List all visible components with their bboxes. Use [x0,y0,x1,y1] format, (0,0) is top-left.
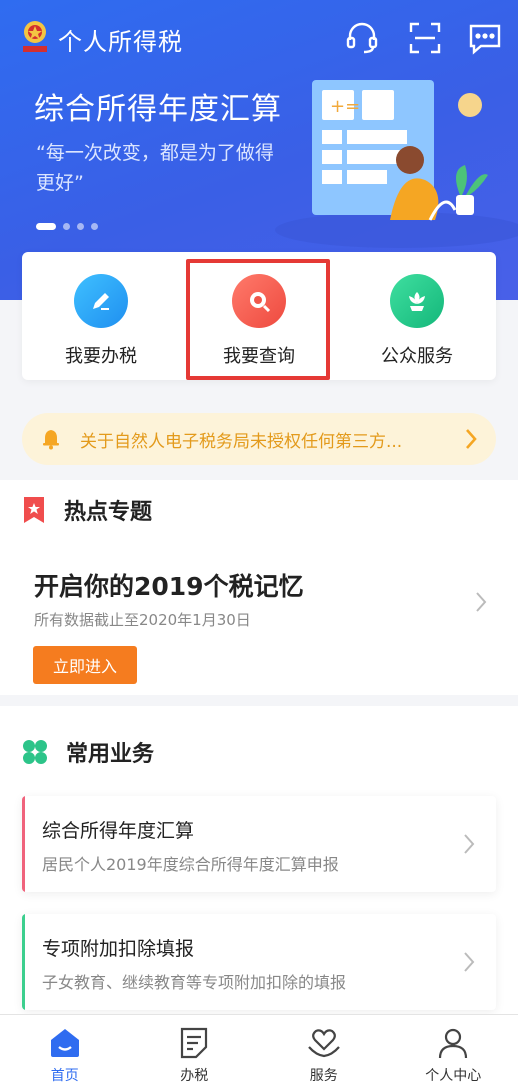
message-icon[interactable] [467,20,503,56]
document-icon [181,1027,208,1059]
nav-label: 个人中心 [425,1068,482,1084]
chevron-right-icon [466,429,477,449]
app-title: 个人所得税 [58,28,183,56]
business-title: 综合所得年度汇算 [42,820,195,842]
customer-service-icon[interactable] [344,20,380,56]
nav-home[interactable]: 首页 [0,1015,130,1088]
business-card-special-deduction[interactable]: 专项附加扣除填报 子女教育、继续教育等专项附加扣除的填报 [22,914,496,1010]
search-icon [232,274,286,328]
quick-action-query[interactable]: 我要查询 [180,252,338,380]
common-business-header: 常用业务 [22,736,154,768]
carousel-dot [63,223,70,230]
banner-subtitle: “每一次改变，都是为了做得更好” [36,142,274,194]
business-card-annual-settlement[interactable]: 综合所得年度汇算 居民个人2019年度综合所得年度汇算申报 [22,796,496,892]
hot-topic-title[interactable]: 开启你的2019个税记忆 [34,567,304,603]
tax-emblem-icon [23,21,47,52]
bell-icon [43,430,59,450]
hot-topic-subtitle: 所有数据截止至2020年1月30日 [34,611,251,629]
chevron-right-icon[interactable] [474,590,488,614]
nav-label: 办税 [180,1068,209,1084]
chevron-right-icon [464,834,475,854]
bookmark-icon [24,497,44,523]
nav-service[interactable]: 服务 [259,1015,389,1088]
pencil-icon [74,274,128,328]
quick-action-label: 公众服务 [381,346,453,367]
carousel-dot [77,223,84,230]
carousel-dot [36,223,56,230]
section-title: 热点专题 [64,500,153,525]
flower-icon [390,274,444,328]
enter-now-button[interactable]: 立即进入 [33,646,137,684]
business-title: 专项附加扣除填报 [42,938,195,960]
chevron-right-icon [464,952,475,972]
carousel-indicator [36,223,98,230]
banner-title[interactable]: 综合所得年度汇算 [34,84,282,128]
clover-icon [23,740,47,764]
nav-label: 首页 [50,1068,79,1084]
hot-topics-header: 热点专题 [22,494,152,526]
nav-tax[interactable]: 办税 [130,1015,260,1088]
notice-bar[interactable]: 关于自然人电子税务局未授权任何第三方... [22,413,496,465]
quick-actions-card: 我要办税 我要查询 公众服务 [22,252,496,380]
notice-text: 关于自然人电子税务局未授权任何第三方... [80,431,403,452]
accent-bar [22,914,25,1010]
quick-action-do-tax[interactable]: 我要办税 [22,252,180,380]
accent-bar [22,796,25,892]
top-bar: 个人所得税 [0,0,518,78]
business-desc: 居民个人2019年度综合所得年度汇算申报 [42,855,339,874]
quick-action-public-service[interactable]: 公众服务 [338,252,496,380]
quick-action-label: 我要查询 [223,346,295,367]
svg-text:+=: += [330,96,360,117]
quick-action-label: 我要办税 [65,346,137,367]
carousel-dot [91,223,98,230]
bottom-nav: 首页 办税 服务 个人中心 [0,1014,518,1088]
scan-icon[interactable] [407,20,443,56]
section-title: 常用业务 [66,742,155,767]
user-icon [439,1028,468,1059]
nav-label: 服务 [309,1068,338,1084]
business-desc: 子女教育、继续教育等专项附加扣除的填报 [42,973,347,992]
heart-hand-icon [307,1029,340,1058]
nav-personal-center[interactable]: 个人中心 [389,1015,518,1088]
home-icon [50,1029,79,1057]
